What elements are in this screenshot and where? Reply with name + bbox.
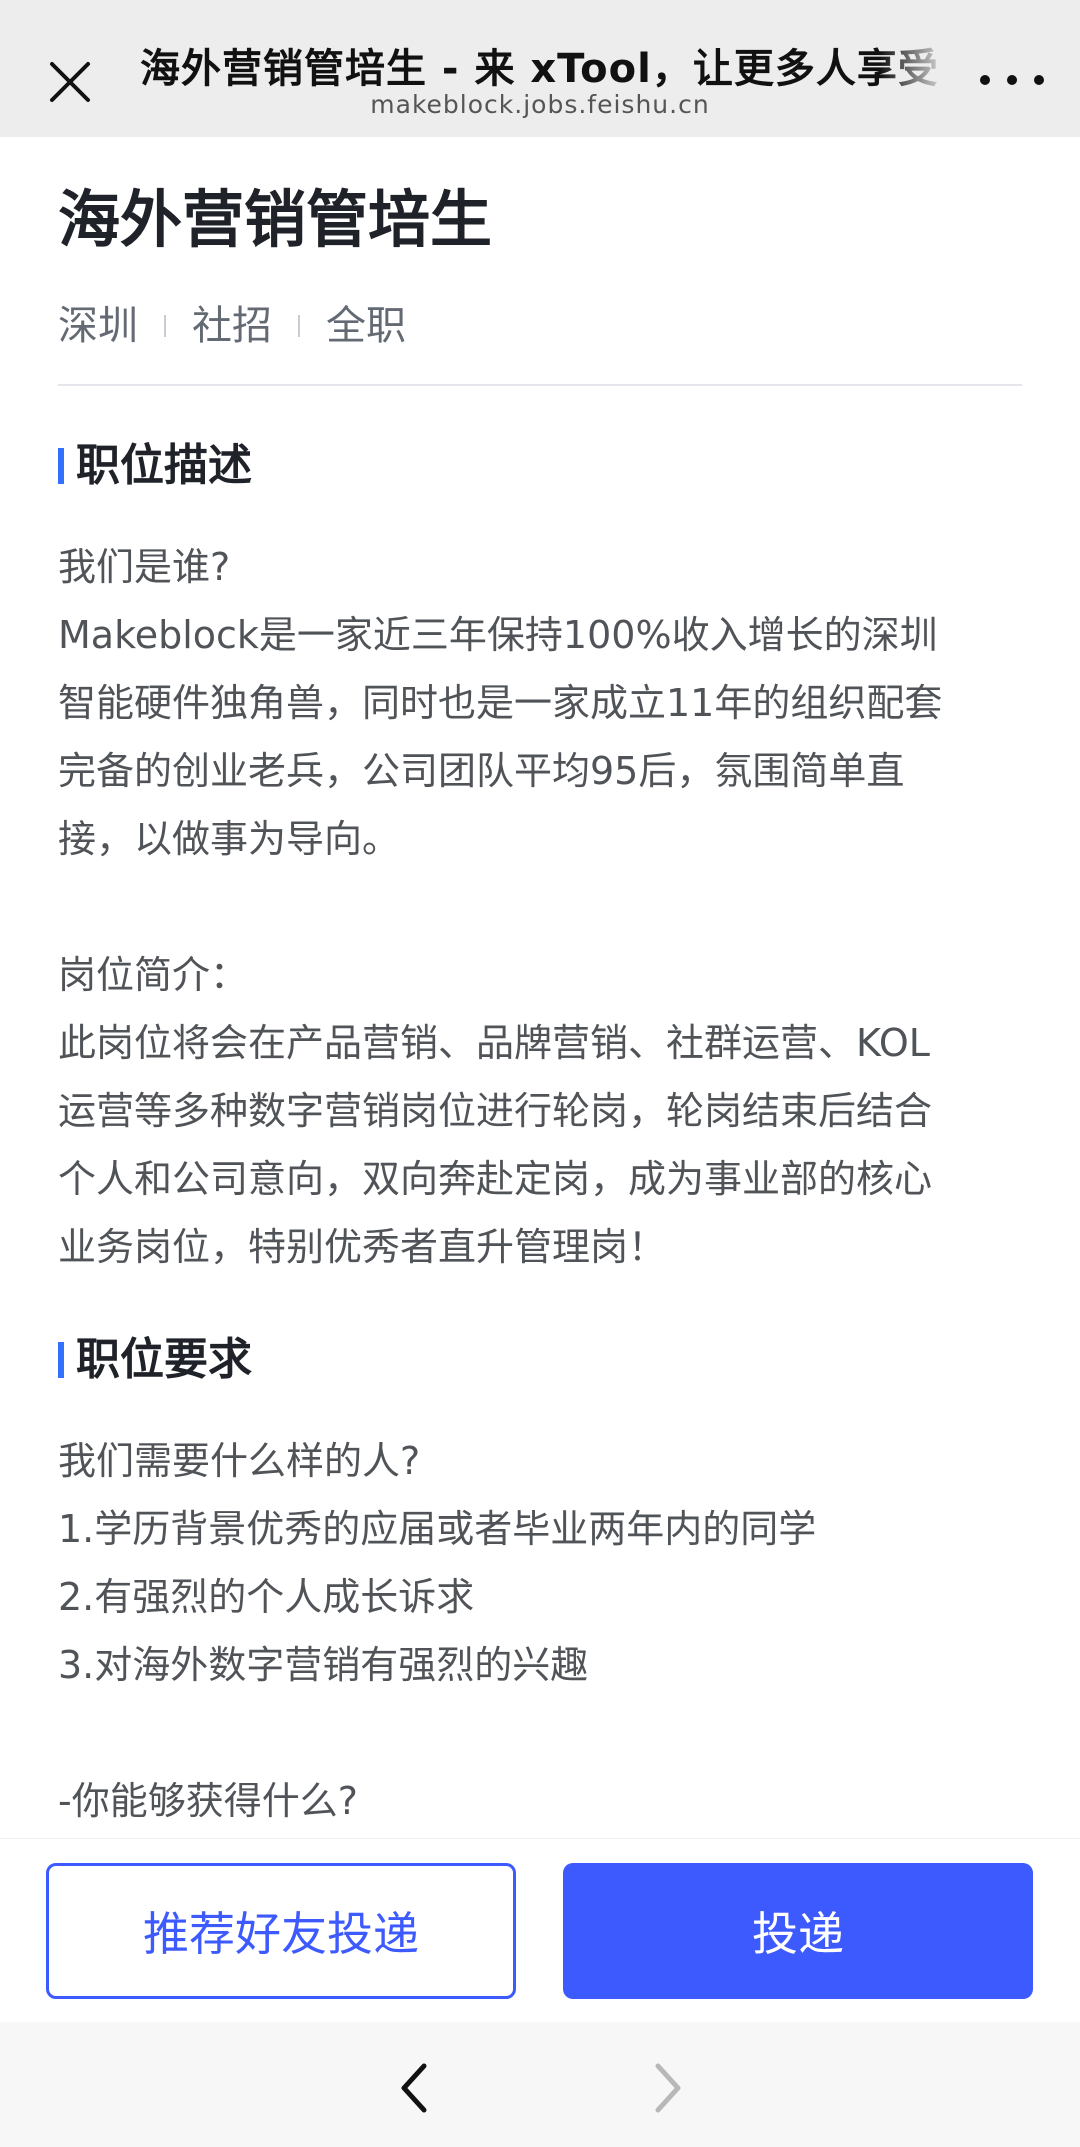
chevron-left-icon[interactable] xyxy=(394,2058,434,2118)
more-dot xyxy=(1007,75,1017,85)
description-line: 岗位简介： xyxy=(58,953,249,997)
requirements-spacer xyxy=(58,1699,1038,1767)
description-line: 此岗位将会在产品营销、品牌营销、社群运营、KOL xyxy=(58,1021,930,1065)
requirements-line: -你能够获得什么? xyxy=(58,1779,358,1823)
requirements-line: 2.有强烈的个人成长诉求 xyxy=(58,1575,475,1619)
action-bar: 推荐好友投递 投递 xyxy=(0,1838,1080,2023)
header-divider xyxy=(58,384,1022,386)
recommend-friend-button[interactable]: 推荐好友投递 xyxy=(46,1863,516,1999)
meta-divider xyxy=(298,315,300,337)
job-meta: 深圳 社招 全职 xyxy=(58,300,406,352)
job-employment-type: 全职 xyxy=(326,303,406,349)
job-location: 深圳 xyxy=(58,303,138,349)
description-heading-text: 职位描述 xyxy=(76,440,252,491)
requirements-heading: 职位要求 xyxy=(58,1332,252,1388)
description-line: 我们是谁? xyxy=(58,545,231,589)
meta-divider xyxy=(164,315,166,337)
more-dot xyxy=(1034,75,1044,85)
requirements-line: 1.学历背景优秀的应届或者毕业两年内的同学 xyxy=(58,1507,817,1551)
more-icon[interactable] xyxy=(980,66,1044,94)
domain-label: makeblock.jobs.feishu.cn xyxy=(370,90,710,119)
description-line: 业务岗位，特别优秀者直升管理岗！ xyxy=(58,1225,667,1269)
more-dot xyxy=(980,75,990,85)
browser-nav-bar xyxy=(0,2022,1080,2147)
description-line: 个人和公司意向，双向奔赴定岗，成为事业部的核心 xyxy=(58,1157,933,1201)
chevron-right-icon[interactable] xyxy=(648,2058,688,2118)
requirements-heading-text: 职位要求 xyxy=(76,1334,252,1385)
description-line: 运营等多种数字营销岗位进行轮岗，轮岗结束后结合 xyxy=(58,1089,933,1133)
job-title: 海外营销管培生 xyxy=(58,183,493,256)
description-heading: 职位描述 xyxy=(58,438,252,494)
description-line: 接，以做事为导向。 xyxy=(58,817,401,861)
description-line: Makeblock是一家近三年保持100%收入增长的深圳 xyxy=(58,613,938,657)
apply-button[interactable]: 投递 xyxy=(563,1863,1033,1999)
job-recruit-type: 社招 xyxy=(192,303,272,349)
description-body: 我们是谁? Makeblock是一家近三年保持100%收入增长的深圳 智能硬件独… xyxy=(58,533,1038,1281)
browser-header: 海外营销管培生 - 来 xTool，让更多人享受 makeblock.jobs.… xyxy=(0,0,1080,137)
section-accent-bar xyxy=(58,1342,64,1378)
requirements-line: 我们需要什么样的人? xyxy=(58,1439,421,1483)
description-line: 智能硬件独角兽，同时也是一家成立11年的组织配套 xyxy=(58,681,943,725)
requirements-body: 我们需要什么样的人? 1.学历背景优秀的应届或者毕业两年内的同学 2.有强烈的个… xyxy=(58,1427,1038,1835)
requirements-line: 3.对海外数字营销有强烈的兴趣 xyxy=(58,1643,589,1687)
section-accent-bar xyxy=(58,448,64,484)
description-line: 完备的创业老兵，公司团队平均95后，氛围简单直 xyxy=(58,749,905,793)
